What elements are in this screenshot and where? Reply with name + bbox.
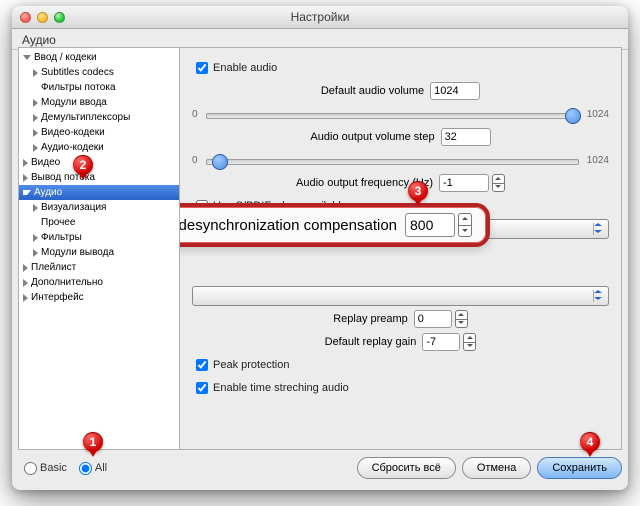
enable-audio-checkbox[interactable] — [196, 62, 208, 74]
slider1-max: 1024 — [587, 109, 609, 120]
tree-misc[interactable]: Прочее — [19, 215, 179, 230]
reset-button[interactable]: Сбросить всё — [357, 457, 456, 479]
close-icon[interactable] — [20, 12, 31, 23]
tree-input-modules[interactable]: Модули ввода — [19, 95, 179, 110]
default-replay-gain-field[interactable] — [422, 333, 460, 351]
tree-audio-codecs[interactable]: Аудио-кодеки — [19, 140, 179, 155]
freq-field[interactable] — [439, 174, 489, 192]
volume-step-label: Audio output volume step — [310, 131, 434, 143]
titlebar: Настройки — [12, 6, 628, 29]
tree-stream-filters[interactable]: Фильтры потока — [19, 80, 179, 95]
minimize-icon[interactable] — [37, 12, 48, 23]
tree-video-codecs[interactable]: Видео-кодеки — [19, 125, 179, 140]
mode-basic[interactable]: Basic — [24, 462, 67, 475]
dropdown-2[interactable] — [192, 286, 609, 306]
zoom-icon[interactable] — [54, 12, 65, 23]
tree-video[interactable]: Видео — [19, 155, 179, 170]
tree-advanced[interactable]: Дополнительно — [19, 275, 179, 290]
cancel-button[interactable]: Отмена — [462, 457, 531, 479]
tree-stream-output[interactable]: Вывод потока — [19, 170, 179, 185]
window-title: Настройки — [12, 10, 628, 24]
tree-interface[interactable]: Интерфейс — [19, 290, 179, 305]
settings-panel: Enable audio Default audio volume 0 1024… — [180, 47, 622, 450]
desync-label: Audio desynchronization compensation — [180, 217, 397, 234]
tree-input-codecs[interactable]: Ввод / кодеки — [19, 50, 179, 65]
freq-label: Audio output frequency (Hz) — [296, 177, 433, 189]
stretch-checkbox[interactable] — [196, 382, 208, 394]
stretch-label: Enable time streching audio — [213, 382, 349, 394]
replay-preamp-field[interactable] — [414, 310, 452, 328]
footer: Basic All Сбросить всё Отмена Сохранить — [18, 454, 622, 482]
slider2-min: 0 — [192, 155, 198, 166]
replay-preamp-label: Replay preamp — [333, 313, 408, 325]
tree-filters[interactable]: Фильтры — [19, 230, 179, 245]
desync-field[interactable] — [405, 213, 455, 237]
slider1-min: 0 — [192, 109, 198, 120]
freq-stepper[interactable] — [492, 174, 505, 192]
preferences-window: Настройки Аудио Ввод / кодеки Subtitles … — [12, 6, 628, 490]
mode-all[interactable]: All — [79, 462, 107, 475]
workarea: Ввод / кодеки Subtitles codecs Фильтры п… — [18, 47, 622, 450]
tree-subtitles-codecs[interactable]: Subtitles codecs — [19, 65, 179, 80]
tree-playlist[interactable]: Плейлист — [19, 260, 179, 275]
peak-label: Peak protection — [213, 359, 289, 371]
traffic-lights — [12, 12, 65, 23]
default-volume-label: Default audio volume — [321, 85, 424, 97]
slider2-max: 1024 — [587, 155, 609, 166]
save-button[interactable]: Сохранить — [537, 457, 622, 479]
default-volume-slider[interactable] — [206, 106, 579, 122]
peak-checkbox[interactable] — [196, 359, 208, 371]
replay-preamp-stepper[interactable] — [455, 310, 468, 328]
default-replay-gain-stepper[interactable] — [463, 333, 476, 351]
enable-audio-label: Enable audio — [213, 62, 277, 74]
volume-step-field[interactable] — [441, 128, 491, 146]
desync-stepper[interactable] — [458, 213, 472, 237]
default-volume-field[interactable] — [430, 82, 480, 100]
default-replay-gain-label: Default replay gain — [325, 336, 417, 348]
category-tree[interactable]: Ввод / кодеки Subtitles codecs Фильтры п… — [18, 47, 180, 450]
tree-audio[interactable]: Аудио — [19, 185, 179, 200]
desync-callout: Audio desynchronization compensation — [180, 203, 490, 247]
tree-visualization[interactable]: Визуализация — [19, 200, 179, 215]
volume-step-slider[interactable] — [206, 152, 579, 168]
tree-demuxers[interactable]: Демультиплексоры — [19, 110, 179, 125]
tree-output-modules[interactable]: Модули вывода — [19, 245, 179, 260]
